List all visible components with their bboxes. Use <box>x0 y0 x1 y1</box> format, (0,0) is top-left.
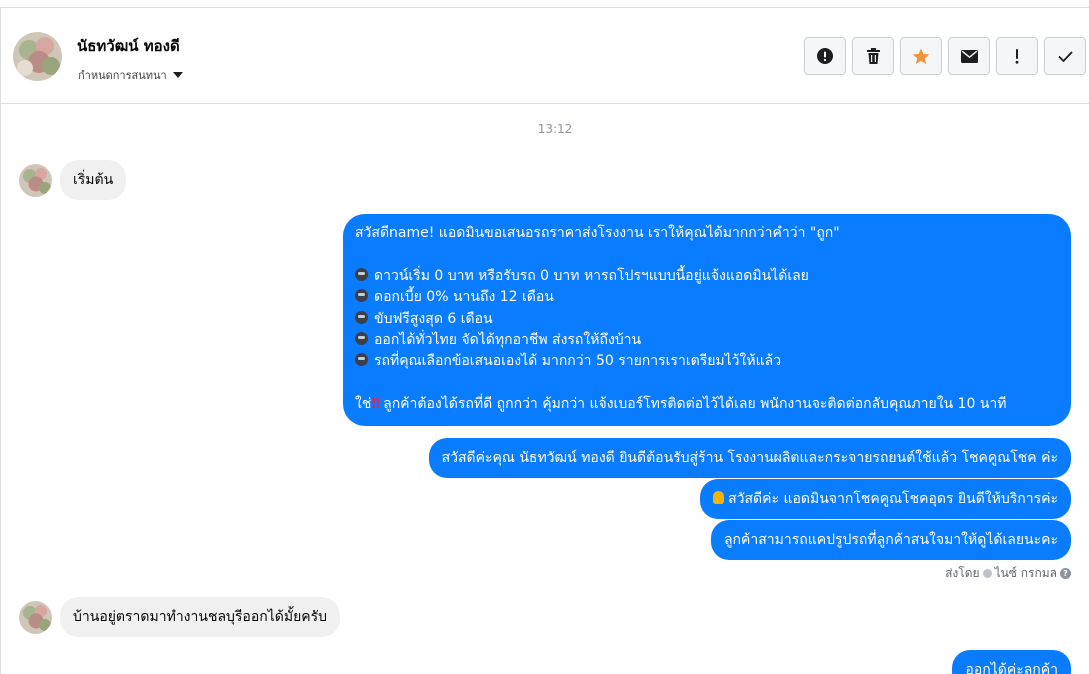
sent-by-prefix: ส่งโดย <box>945 566 980 580</box>
exclamation-icon <box>1015 48 1019 64</box>
conversation-actions <box>804 37 1086 75</box>
sent-by-info: ส่งโดย ไนซ์ กรกมล ? <box>945 564 1071 583</box>
conversation-label-dropdown[interactable]: กำหนดการสนทนา <box>78 66 183 84</box>
important-button[interactable] <box>996 37 1038 75</box>
promo-bullet: รถที่คุณเลือกข้อเสนอเองได้ มากกว่า 50 รา… <box>355 351 1059 372</box>
exclamation-circle-icon <box>817 48 833 64</box>
robot-icon <box>355 310 368 324</box>
outgoing-promo-message[interactable]: สวัสดีname! แอดมินขอเสนอรถราคาส่งโรงงาน … <box>343 214 1071 426</box>
incoming-message[interactable]: เริ่มต้น <box>60 160 127 200</box>
page-icon <box>982 569 992 578</box>
trash-icon <box>866 48 880 64</box>
outgoing-message[interactable]: สวัสดีค่ะ แอดมินจากโชคคูณโชคอุดร ยินดีให… <box>700 479 1071 519</box>
caret-down-icon <box>172 72 183 78</box>
promo-bullet: ขับฟรีสูงสุด 6 เดือน <box>355 309 1059 330</box>
robot-icon <box>355 267 368 281</box>
star-button[interactable] <box>900 37 942 75</box>
outgoing-message[interactable]: ลูกค้าสามารถแคปรูปรถที่ลูกค้าสนใจมาให้ดู… <box>710 520 1071 560</box>
avatar[interactable] <box>13 32 62 81</box>
robot-icon <box>355 353 368 367</box>
promo-bullet: ดาวน์เริ่ม 0 บาท หรือรับรถ 0 บาท หารถโปร… <box>355 266 1059 287</box>
done-button[interactable] <box>1044 37 1086 75</box>
robot-icon <box>355 331 368 345</box>
report-button[interactable] <box>804 37 846 75</box>
conversation-label: กำหนดการสนทนา <box>78 69 167 82</box>
promo-greeting: สวัสดีname! แอดมินขอเสนอรถราคาส่งโรงงาน … <box>355 225 840 241</box>
promo-bullet: ออกได้ทั่วไทย จัดได้ทุกอาชีพ ส่งรถให้ถึง… <box>355 330 1059 351</box>
promo-closing: ใช่‼ ลูกค้าต้องได้รถที่ดี ถูกกว่า คุ้มกว่… <box>355 396 1007 413</box>
conversation-panel: นัธทวัฒน์ ทองดี กำหนดการสนทนา 13:12 เริ่… <box>0 7 1089 674</box>
incoming-message-row: บ้านอยู่ตราดมาทำงานชลบุรีออกได้มั้ยครับ <box>19 597 341 637</box>
delete-button[interactable] <box>852 37 894 75</box>
message-timestamp: 13:12 <box>537 122 573 136</box>
double-exclamation-icon: ‼ <box>371 396 381 413</box>
help-icon[interactable]: ? <box>1060 568 1071 579</box>
incoming-message-row: เริ่มต้น <box>19 160 127 200</box>
avatar[interactable] <box>19 163 52 197</box>
mark-unread-button[interactable] <box>948 37 990 75</box>
outgoing-message[interactable]: ออกได้ค่ะลูกค้า <box>952 650 1071 674</box>
conversation-header: นัธทวัฒน์ ทองดี กำหนดการสนทนา <box>1 8 1089 104</box>
praying-hands-icon <box>713 491 725 504</box>
check-icon <box>1057 50 1073 62</box>
outgoing-message[interactable]: สวัสดีค่ะคุณ นัธทวัฒน์ ทองดี ยินดีต้อนรั… <box>428 438 1071 478</box>
contact-name[interactable]: นัธทวัฒน์ ทองดี <box>77 34 180 58</box>
star-icon <box>912 48 930 64</box>
promo-bullet: ดอกเบี้ย 0% นานถึง 12 เดือน <box>355 287 1059 308</box>
robot-icon <box>355 289 368 303</box>
incoming-message[interactable]: บ้านอยู่ตราดมาทำงานชลบุรีออกได้มั้ยครับ <box>60 597 341 637</box>
avatar[interactable] <box>19 600 52 634</box>
message-thread[interactable]: 13:12 เริ่มต้น สวัสดีname! แอดมินขอเสนอร… <box>1 105 1089 674</box>
sent-by-name[interactable]: ไนซ์ กรกมล <box>995 564 1057 583</box>
envelope-icon <box>960 49 978 63</box>
